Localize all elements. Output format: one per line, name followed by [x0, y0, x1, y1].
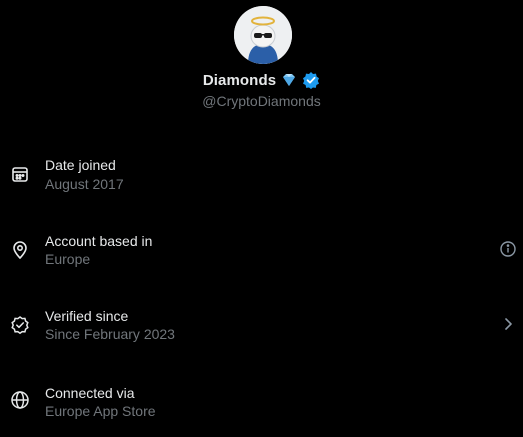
info-row-account-based-in: Account based in Europe — [0, 226, 523, 286]
location-pin-icon — [10, 240, 30, 260]
verified-badge-icon[interactable] — [302, 71, 320, 89]
row-title: Account based in — [45, 233, 153, 249]
row-value: August 2017 — [45, 176, 124, 192]
row-title: Date joined — [45, 157, 116, 173]
row-value: Europe — [45, 251, 91, 267]
row-title: Verified since — [45, 308, 129, 324]
display-name: Diamonds — [202, 71, 277, 89]
info-row-verified-since[interactable]: Verified since Since February 2023 — [0, 301, 523, 361]
row-title: Connected via — [45, 385, 135, 401]
profile-name-row: Diamonds — [0, 70, 523, 90]
profile-handle: @CryptoDiamonds — [202, 93, 321, 109]
chevron-right-icon[interactable] — [499, 315, 517, 333]
row-value: Since February 2023 — [45, 326, 175, 342]
globe-icon — [10, 390, 30, 410]
info-row-date-joined: Date joined August 2017 — [0, 150, 523, 210]
gem-icon — [280, 71, 298, 89]
info-row-connected-via: Connected via Europe App Store — [0, 377, 523, 437]
verified-check-icon — [10, 315, 30, 335]
row-value: Europe App Store — [45, 403, 156, 419]
info-icon[interactable] — [499, 240, 517, 258]
calendar-icon — [10, 164, 30, 184]
profile-avatar[interactable] — [234, 6, 292, 64]
